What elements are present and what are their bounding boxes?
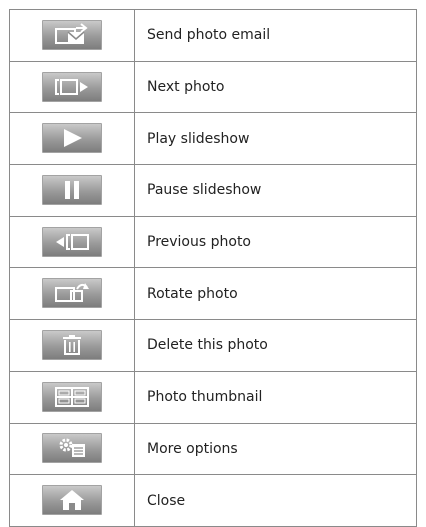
icon-cell	[9, 9, 135, 62]
icon-cell	[9, 319, 135, 372]
trash-icon	[63, 334, 81, 355]
row-label: Play slideshow	[134, 112, 417, 166]
icon-cell	[9, 474, 135, 527]
more-options-icon	[59, 438, 85, 458]
table-row: Delete this photo	[9, 319, 417, 372]
photo-thumbnail-button[interactable]	[42, 381, 102, 412]
table-row: Next photo	[9, 60, 417, 114]
table-row: Pause slideshow	[9, 164, 417, 217]
table-row: Rotate photo	[9, 267, 417, 321]
rotate-photo-icon	[55, 283, 89, 303]
thumbnail-grid-icon	[55, 386, 89, 407]
send-photo-email-button[interactable]	[42, 19, 102, 50]
row-label: Close	[134, 474, 417, 527]
row-label: Photo thumbnail	[134, 370, 417, 424]
home-icon	[60, 490, 84, 511]
icon-legend-table: Send photo email Next photo Play slidesh…	[9, 9, 417, 527]
row-label: Delete this photo	[134, 319, 417, 372]
row-label: Rotate photo	[134, 267, 417, 321]
next-photo-icon	[55, 78, 88, 95]
icon-cell	[9, 164, 135, 217]
table-row: Play slideshow	[9, 112, 417, 166]
pause-slideshow-button[interactable]	[42, 174, 102, 205]
close-button[interactable]	[42, 485, 102, 516]
table-row: Previous photo	[9, 215, 417, 269]
icon-cell	[9, 370, 135, 424]
icon-cell	[9, 422, 135, 476]
table-row: Close	[9, 474, 417, 527]
play-icon	[64, 129, 82, 148]
row-label: Previous photo	[134, 215, 417, 269]
row-label: Send photo email	[134, 9, 417, 62]
send-photo-email-icon	[55, 23, 88, 44]
icon-cell	[9, 267, 135, 321]
previous-photo-icon	[56, 233, 89, 250]
play-slideshow-button[interactable]	[42, 123, 102, 154]
pause-icon	[65, 180, 79, 199]
rotate-photo-button[interactable]	[42, 278, 102, 309]
row-label: Pause slideshow	[134, 164, 417, 217]
previous-photo-button[interactable]	[42, 226, 102, 257]
delete-photo-button[interactable]	[42, 329, 102, 360]
table-row: Send photo email	[9, 9, 417, 62]
icon-cell	[9, 215, 135, 269]
icon-cell	[9, 60, 135, 114]
icon-cell	[9, 112, 135, 166]
row-label: More options	[134, 422, 417, 476]
next-photo-button[interactable]	[42, 71, 102, 102]
more-options-button[interactable]	[42, 433, 102, 464]
table-row: Photo thumbnail	[9, 370, 417, 424]
row-label: Next photo	[134, 60, 417, 114]
table-row: More options	[9, 422, 417, 476]
